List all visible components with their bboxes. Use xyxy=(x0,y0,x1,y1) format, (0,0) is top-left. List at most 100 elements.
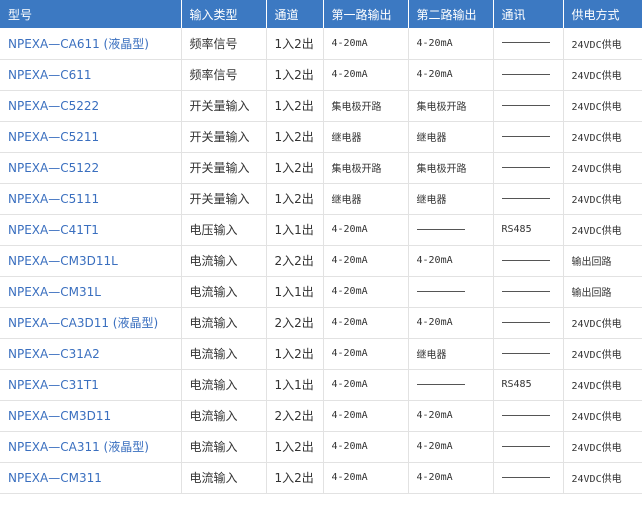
power-supply-cell: 输出回路 xyxy=(563,276,642,308)
model-link[interactable]: NPEXA—C611 xyxy=(8,68,92,82)
power-supply-cell: 24VDC供电 xyxy=(563,338,642,370)
model-link[interactable]: NPEXA—CM3D11L xyxy=(8,254,118,268)
input-type-cell: 电流输入 xyxy=(181,245,267,277)
power-supply-text: 24VDC供电 xyxy=(571,381,622,392)
input-type-text: 电流输入 xyxy=(189,409,238,423)
output-2-cell xyxy=(408,214,494,246)
output-2-cell: 集电极开路 xyxy=(408,90,494,122)
output-1-cell: 4-20mA xyxy=(323,28,409,60)
power-supply-cell: 24VDC供电 xyxy=(563,431,642,463)
input-type-text: 电流输入 xyxy=(189,254,238,268)
power-supply-text: 24VDC供电 xyxy=(571,102,622,113)
communication-cell xyxy=(493,28,564,60)
channel-cell: 1入2出 xyxy=(266,28,324,60)
channel-cell: 2入2出 xyxy=(266,245,324,277)
communication-cell: RS485 xyxy=(493,369,564,401)
empty-dash xyxy=(416,383,465,385)
model-cell: NPEXA—CM3D11 xyxy=(0,400,182,432)
input-type-text: 开关量输入 xyxy=(189,99,250,113)
input-type-text: 电流输入 xyxy=(189,316,238,330)
model-link[interactable]: NPEXA—CA311 (液晶型) xyxy=(8,440,149,454)
input-type-cell: 开关量输入 xyxy=(181,121,267,153)
power-supply-cell: 24VDC供电 xyxy=(563,462,642,494)
empty-dash xyxy=(501,259,550,261)
output-2-text: 4-20mA xyxy=(416,37,453,49)
channel-text: 1入2出 xyxy=(274,68,314,82)
output-2-text: 集电极开路 xyxy=(416,164,467,175)
input-type-cell: 电压输入 xyxy=(181,214,267,246)
input-type-text: 开关量输入 xyxy=(189,130,250,144)
input-type-text: 电流输入 xyxy=(189,347,238,361)
model-cell: NPEXA—C5122 xyxy=(0,152,182,184)
output-2-cell: 继电器 xyxy=(408,338,494,370)
power-supply-text: 24VDC供电 xyxy=(571,319,622,330)
header-channel: 通道 xyxy=(266,0,324,28)
model-cell: NPEXA—C5222 xyxy=(0,90,182,122)
channel-cell: 1入2出 xyxy=(266,338,324,370)
channel-cell: 1入1出 xyxy=(266,276,324,308)
channel-cell: 1入2出 xyxy=(266,121,324,153)
table-row: NPEXA—CA311 (液晶型) 电流输入 1入2出 4-20mA 4-20mA 24V… xyxy=(0,431,642,463)
header-model: 型号 xyxy=(0,0,182,28)
model-cell: NPEXA—CA3D11 (液晶型) xyxy=(0,307,182,339)
input-type-cell: 频率信号 xyxy=(181,59,267,91)
input-type-cell: 电流输入 xyxy=(181,338,267,370)
model-link[interactable]: NPEXA—CA3D11 (液晶型) xyxy=(8,316,158,330)
power-supply-cell: 24VDC供电 xyxy=(563,121,642,153)
model-link[interactable]: NPEXA—C5111 xyxy=(8,192,99,206)
table-row: NPEXA—C31T1 电流输入 1入1出 4-20mA RS485 24VDC供电 xyxy=(0,369,642,401)
model-link[interactable]: NPEXA—C5222 xyxy=(8,99,99,113)
model-link[interactable]: NPEXA—CM311 xyxy=(8,471,102,485)
model-cell: NPEXA—CM31L xyxy=(0,276,182,308)
model-link[interactable]: NPEXA—C5211 xyxy=(8,130,99,144)
table-row: NPEXA—C5222 开关量输入 1入2出 集电极开路 集电极开路 24VDC供电 xyxy=(0,90,642,122)
empty-dash xyxy=(501,42,550,44)
output-1-cell: 4-20mA xyxy=(323,369,409,401)
output-2-cell: 4-20mA xyxy=(408,245,494,277)
output-1-cell: 集电极开路 xyxy=(323,90,409,122)
power-supply-cell: 24VDC供电 xyxy=(563,307,642,339)
output-1-cell: 继电器 xyxy=(323,183,409,215)
channel-cell: 1入1出 xyxy=(266,214,324,246)
channel-text: 1入1出 xyxy=(274,223,314,237)
input-type-cell: 电流输入 xyxy=(181,276,267,308)
power-supply-text: 24VDC供电 xyxy=(571,226,622,237)
channel-text: 1入2出 xyxy=(274,192,314,206)
output-1-text: 4-20mA xyxy=(331,286,368,297)
table-body: NPEXA—CA611 (液晶型) 频率信号 1入2出 4-20mA 4-20mA 24V… xyxy=(0,28,642,494)
model-cell: NPEXA—CA311 (液晶型) xyxy=(0,431,182,463)
model-link[interactable]: NPEXA—CA611 (液晶型) xyxy=(8,37,149,51)
empty-dash xyxy=(501,73,550,75)
communication-cell xyxy=(493,183,564,215)
communication-cell xyxy=(493,121,564,153)
communication-cell xyxy=(493,431,564,463)
model-link[interactable]: NPEXA—CM31L xyxy=(8,285,101,299)
output-2-cell: 4-20mA xyxy=(408,400,494,432)
channel-cell: 1入2出 xyxy=(266,90,324,122)
model-link[interactable]: NPEXA—C31T1 xyxy=(8,378,99,392)
header-input-type: 输入类型 xyxy=(181,0,267,28)
power-supply-text: 24VDC供电 xyxy=(571,412,622,423)
output-2-cell: 4-20mA xyxy=(408,431,494,463)
empty-dash xyxy=(501,445,550,447)
communication-cell xyxy=(493,462,564,494)
table-row: NPEXA—CM3D11L 电流输入 2入2出 4-20mA 4-20mA 输出回路 xyxy=(0,245,642,277)
model-link[interactable]: NPEXA—C41T1 xyxy=(8,223,99,237)
output-1-cell: 4-20mA xyxy=(323,400,409,432)
output-2-text: 4-20mA xyxy=(416,410,453,421)
input-type-text: 电流输入 xyxy=(189,440,238,454)
power-supply-text: 输出回路 xyxy=(571,257,612,268)
model-link[interactable]: NPEXA—C31A2 xyxy=(8,347,100,361)
output-1-cell: 4-20mA xyxy=(323,59,409,91)
power-supply-cell: 24VDC供电 xyxy=(563,214,642,246)
model-link[interactable]: NPEXA—CM3D11 xyxy=(8,409,111,423)
communication-cell xyxy=(493,90,564,122)
model-cell: NPEXA—C41T1 xyxy=(0,214,182,246)
output-1-text: 4-20mA xyxy=(331,224,368,235)
header-communication: 通讯 xyxy=(493,0,564,28)
input-type-text: 频率信号 xyxy=(189,68,238,82)
header-output-2: 第二路输出 xyxy=(408,0,494,28)
empty-dash xyxy=(501,352,550,354)
output-2-text: 继电器 xyxy=(416,195,447,206)
model-link[interactable]: NPEXA—C5122 xyxy=(8,161,99,175)
